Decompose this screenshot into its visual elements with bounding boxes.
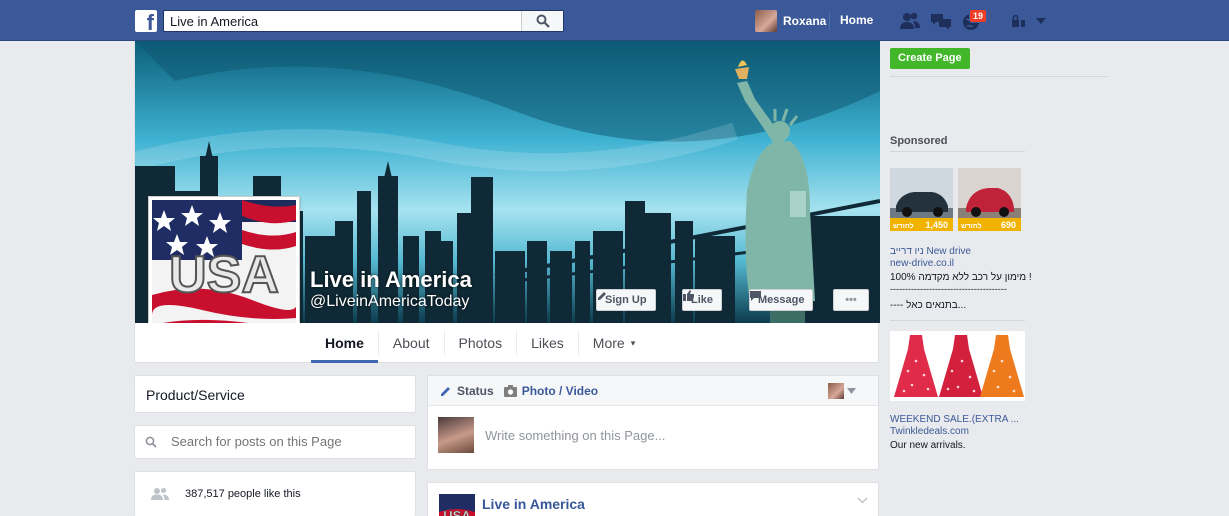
page-category[interactable]: Product/Service <box>134 375 416 413</box>
message-button[interactable]: Message <box>749 289 814 311</box>
home-link[interactable]: Home <box>840 13 873 27</box>
page-title[interactable]: Live in America <box>310 267 472 293</box>
facebook-logo[interactable]: f <box>135 10 157 34</box>
tab-photos[interactable]: Photos <box>445 331 518 355</box>
post-author-avatar[interactable]: USA <box>439 494 475 516</box>
global-search-input[interactable] <box>170 13 520 30</box>
like-page-button[interactable]: Like <box>682 289 723 311</box>
global-search-box <box>163 10 564 32</box>
ad2-url[interactable]: Twinkledeals.com <box>890 426 969 437</box>
search-icon <box>145 436 157 448</box>
people-icon <box>151 488 169 500</box>
tab-about[interactable]: About <box>379 331 445 355</box>
pencil-icon <box>598 292 606 300</box>
message-bubble-icon <box>750 291 761 301</box>
ad-url[interactable]: new-drive.co.il <box>890 258 954 269</box>
ad-title[interactable]: ניו דרייב New drive <box>890 246 971 257</box>
chevron-down-icon[interactable] <box>857 497 868 504</box>
sign-up-button[interactable]: Sign Up <box>596 289 656 311</box>
page-header-card: USA Live in America @LiveinAmericaToday … <box>134 41 880 363</box>
nav-divider <box>829 12 830 30</box>
divider <box>890 151 1025 152</box>
pencil-icon <box>441 386 450 396</box>
page-search-input[interactable] <box>171 434 401 449</box>
divider <box>890 76 1109 77</box>
post-avatar-text: USA <box>443 508 471 516</box>
search-button[interactable] <box>521 11 563 31</box>
profile-link[interactable]: Roxana <box>755 10 826 32</box>
ad-car-image-1[interactable]: 1,450 לחודש <box>890 168 953 231</box>
sponsored-heading: Sponsored <box>890 135 948 147</box>
create-page-button[interactable]: Create Page <box>890 48 970 69</box>
photo-video-tab[interactable]: Photo / Video <box>503 384 598 398</box>
page-tabs: Home About Photos Likes More ▾ <box>311 323 649 363</box>
feed-post: USA Live in America <box>427 482 879 516</box>
usa-flag-image: USA <box>152 200 296 323</box>
ad-per-month-2: לחודש <box>961 222 982 230</box>
ad-description: 100% מימון על רכב ללא מקדמה ! <box>890 272 1032 283</box>
search-icon <box>536 14 550 28</box>
camera-icon <box>503 384 517 397</box>
ad2-title[interactable]: WEEKEND SALE.(EXTRA ... <box>890 414 1019 425</box>
user-name: Roxana <box>783 14 827 28</box>
notification-badge: 19 <box>969 9 988 23</box>
friend-requests-icon[interactable] <box>899 11 921 31</box>
tab-more[interactable]: More ▾ <box>579 331 649 355</box>
ad-price-1: 1,450 <box>925 220 948 230</box>
account-menu-arrow-icon[interactable] <box>1035 11 1047 31</box>
chevron-down-icon[interactable] <box>847 388 856 394</box>
ad-extra-text: ---- בתנאים כאל... <box>890 300 967 311</box>
ad-dash-line: --------------------------------------- <box>890 284 1007 294</box>
more-options-button[interactable]: ••• <box>833 289 869 311</box>
thumbs-up-icon <box>683 290 694 301</box>
post-as-avatar[interactable] <box>828 383 844 399</box>
messages-icon[interactable] <box>930 11 952 31</box>
likes-count[interactable]: 387,517 people like this <box>185 488 301 500</box>
status-tab[interactable]: Status <box>440 384 494 398</box>
privacy-lock-icon[interactable] <box>1010 11 1026 31</box>
post-author-name[interactable]: Live in America <box>482 496 585 512</box>
composer-text-input[interactable]: Write something on this Page... <box>485 428 665 443</box>
cover-photo[interactable]: USA Live in America @LiveinAmericaToday … <box>135 41 880 323</box>
caret-down-icon: ▾ <box>630 337 636 348</box>
top-navigation-bar: f Roxana Home 19 <box>0 0 1229 41</box>
tab-home[interactable]: Home <box>311 331 379 363</box>
ad-per-month-1: לחודש <box>893 222 914 230</box>
usa-flag-text: USA <box>169 246 279 304</box>
ad-dress-image[interactable] <box>890 331 1025 401</box>
composer-tabs: Status Photo / Video <box>428 376 878 406</box>
tab-likes[interactable]: Likes <box>517 331 579 355</box>
page-username: @LiveinAmericaToday <box>310 293 470 310</box>
ad2-description: Our new arrivals. <box>890 440 966 451</box>
page-post-search <box>134 425 416 459</box>
profile-picture[interactable]: USA <box>148 196 300 323</box>
divider <box>890 320 1025 321</box>
avatar <box>755 10 777 32</box>
ad-price-2: 690 <box>1001 220 1016 230</box>
avatar <box>438 417 474 453</box>
page-likes-summary: 387,517 people like this <box>134 471 416 516</box>
ad-car-image-2[interactable]: 690 לחודש <box>958 168 1021 231</box>
post-composer: Status Photo / Video Write something on … <box>427 375 879 470</box>
